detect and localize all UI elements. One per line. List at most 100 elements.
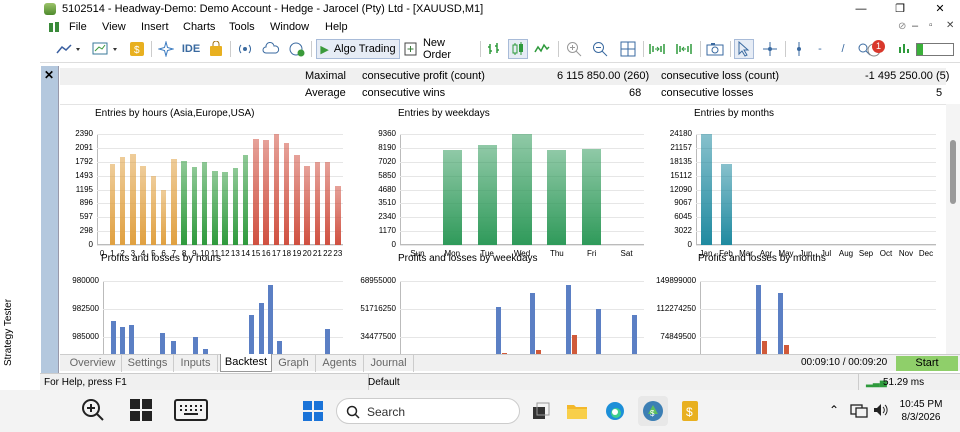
gridline [696, 134, 936, 135]
system-clock[interactable]: 10:45 PM 8/3/2026 [888, 398, 954, 424]
menu-charts[interactable]: Charts [183, 21, 215, 33]
wizard-button[interactable] [156, 39, 176, 59]
snap-layout-button[interactable] [128, 397, 154, 423]
scrollbar-thumb[interactable] [950, 140, 956, 204]
chart-type-button[interactable] [52, 39, 86, 59]
chevron-up-icon[interactable]: ⌃ [826, 401, 842, 419]
menu-view[interactable]: View [102, 21, 126, 33]
chart-bar [720, 163, 732, 245]
tab-settings[interactable]: Settings [122, 355, 174, 372]
shop-button[interactable] [206, 39, 226, 59]
level-button[interactable] [896, 39, 912, 59]
mdi-close-icon[interactable]: ✕ [946, 20, 954, 31]
tab-graph[interactable]: Graph [272, 355, 316, 372]
market-button[interactable]: $ [127, 39, 147, 59]
menu-tools[interactable]: Tools [229, 21, 255, 33]
maximize-button[interactable]: ❐ [892, 1, 908, 17]
menu-window[interactable]: Window [270, 21, 309, 33]
template-button[interactable] [89, 39, 123, 59]
keyboard-button[interactable] [174, 399, 208, 421]
menu-insert[interactable]: Insert [141, 21, 169, 33]
gridline [103, 281, 343, 282]
cursor-button[interactable] [734, 39, 754, 59]
network-button[interactable] [850, 401, 868, 419]
chart-bar [778, 293, 783, 355]
chart-window-icon[interactable] [48, 21, 60, 33]
metaeditor-app-button[interactable]: $ [679, 398, 701, 424]
candlestick-button[interactable] [508, 39, 528, 59]
algo-trading-button[interactable]: ▶ Algo Trading [316, 39, 400, 59]
chart-panel: Profits and losses by weekdays 68955000 51… [360, 253, 650, 367]
start-menu-button[interactable] [302, 400, 324, 422]
chart-bar [193, 337, 198, 355]
zoom-out-icon [593, 42, 608, 57]
chart-shift-button[interactable] [672, 39, 696, 59]
vertical-scrollbar[interactable] [946, 104, 960, 354]
volume-button[interactable] [872, 401, 888, 419]
signals-button[interactable] [235, 39, 255, 59]
chart-bar [596, 309, 601, 355]
zoom-out-button[interactable] [590, 39, 610, 59]
vertical-line-icon [797, 42, 801, 56]
tab-backtest[interactable]: Backtest [220, 354, 272, 372]
auto-scroll-button[interactable] [646, 39, 670, 59]
chart-bar [756, 285, 761, 355]
horizontal-line-button[interactable]: - [812, 39, 828, 59]
y-tick-label: 21157 [670, 142, 692, 152]
start-button[interactable]: Start [896, 356, 958, 371]
chart-bar [171, 341, 176, 355]
crosshair-button[interactable] [760, 39, 780, 59]
y-tick-label: 34477500 [360, 332, 396, 341]
chart-bar [294, 154, 300, 245]
zoom-in-button[interactable] [564, 39, 584, 59]
tile-windows-button[interactable] [618, 39, 638, 59]
auto-scroll-icon [649, 44, 665, 54]
vps-button[interactable] [261, 39, 281, 59]
mdi-restore-icon[interactable]: ▫ [929, 20, 933, 31]
gridline [103, 337, 343, 338]
tab-agents[interactable]: Agents [316, 355, 364, 372]
metaeditor-icon: $ [682, 401, 698, 421]
y-tick-label: 15112 [670, 170, 692, 180]
summary-row-maximal: Maximal consecutive profit (count) 6 115… [60, 68, 949, 85]
y-tick-label: 597 [79, 212, 93, 222]
close-panel-button[interactable]: ✕ [44, 68, 54, 82]
chart-bar [268, 285, 273, 355]
file-explorer-button[interactable] [566, 400, 588, 422]
y-tick-label: 2340 [378, 212, 396, 222]
strategy-tester-label: Strategy Tester [3, 298, 14, 366]
close-button[interactable]: ✕ [932, 1, 948, 17]
edge-browser-button[interactable] [604, 400, 626, 422]
line-chart-button[interactable] [532, 39, 552, 59]
minimize-button[interactable]: — [853, 1, 869, 17]
menu-file[interactable]: File [69, 21, 87, 33]
status-ping: 51.29 ms [883, 377, 925, 388]
magnifier-button[interactable] [80, 397, 106, 423]
y-tick-label: 24180 [669, 129, 692, 138]
screenshot-button[interactable] [704, 39, 726, 59]
y-tick-label: 298 [79, 226, 93, 236]
broadcast-icon [239, 44, 251, 54]
ide-button[interactable]: IDE [180, 39, 202, 59]
tab-journal[interactable]: Journal [364, 355, 414, 372]
gridline [700, 309, 936, 310]
menu-help[interactable]: Help [325, 21, 348, 33]
tab-overview[interactable]: Overview [64, 355, 122, 372]
metatrader-app-button[interactable]: $ [638, 396, 668, 426]
svg-text:$: $ [650, 409, 655, 418]
vertical-line-button[interactable] [791, 39, 807, 59]
taskbar-search[interactable]: Search [336, 398, 520, 424]
bar-chart-button[interactable] [484, 39, 504, 59]
chart-bar [212, 170, 218, 245]
task-view-button[interactable] [530, 400, 552, 422]
new-order-button[interactable]: New Order [404, 37, 476, 61]
add-market-button[interactable] [287, 39, 307, 59]
pin-icon[interactable]: ⊘ [898, 21, 906, 32]
x-tick-label: Fri [587, 249, 597, 258]
notifications-button[interactable]: 1 [864, 39, 886, 59]
chart-bar [150, 176, 157, 245]
trendline-button[interactable]: / [835, 39, 851, 59]
chart-bar [181, 161, 187, 245]
tab-inputs[interactable]: Inputs [174, 355, 218, 372]
mdi-minimize-icon[interactable]: – [912, 20, 918, 32]
